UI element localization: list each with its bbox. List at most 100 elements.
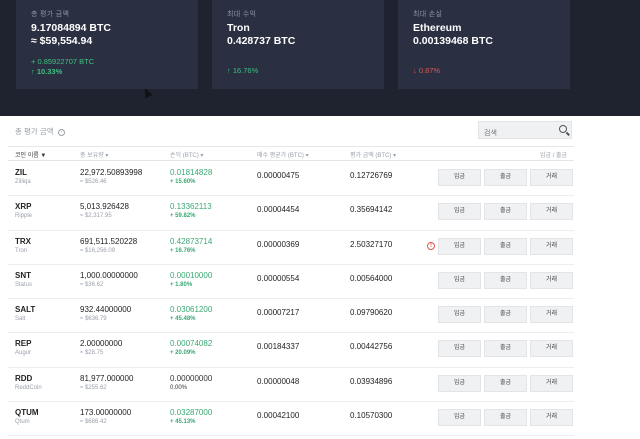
table-row: RDD ReddCoin 81,977.000000 ≈ $255.62 0.00000…	[8, 368, 574, 403]
deposit-button[interactable]: 입금	[438, 237, 481, 255]
coin-symbol[interactable]: RDD	[15, 374, 32, 383]
withdraw-button[interactable]: 출금	[484, 409, 527, 427]
avg-buy-price: 0.00000554	[257, 273, 300, 283]
header-avg-buy[interactable]: 매수 평균가 (BTC) ▾	[257, 150, 309, 159]
table-row: REP Augur 2.00000000 ≈ $28.75 0.00074082 + 20…	[8, 333, 574, 368]
alert-icon[interactable]: !	[427, 241, 435, 250]
avg-buy-price: 0.00000475	[257, 171, 300, 180]
holdings-usd: ≈ $686.42	[80, 419, 107, 426]
coin-name: ReddCoin	[15, 384, 42, 391]
holdings-usd: ≈ $28.75	[80, 350, 104, 357]
profit-loss-btc: 0.01814828	[170, 168, 213, 177]
max-gain-card: 최대 수익 Tron 0.428737 BTC ↑ 16.76%	[212, 0, 384, 89]
summary-band: 총 평가 금액 9.17084894 BTC ≈ $59,554.94 + 0.…	[0, 0, 640, 116]
withdraw-button[interactable]: 출금	[484, 271, 527, 289]
current-value: 0.35694142	[350, 205, 393, 215]
current-value: 0.03934896	[350, 376, 393, 386]
holdings-amount: 932.44000000	[80, 305, 132, 315]
profit-loss-btc: 0.00010000	[170, 270, 213, 280]
trade-button[interactable]: 거래	[530, 306, 573, 324]
search-box	[478, 121, 572, 142]
holdings-amount: 691,511.520228	[80, 236, 138, 246]
deposit-button[interactable]: 입금	[438, 203, 481, 221]
profit-loss-pct: + 1.80%	[170, 281, 193, 288]
holdings-usd: ≈ $36.62	[80, 281, 104, 288]
withdraw-button[interactable]: 출금	[484, 237, 527, 255]
deposit-button[interactable]: 입금	[438, 340, 481, 358]
header-actions: 입금 / 출금	[540, 153, 568, 159]
total-value-btc: 9.17084894 BTC	[31, 22, 111, 34]
coin-name: Augur	[15, 350, 32, 357]
table-row: QTUM Qtum 173.00000000 ≈ $686.42 0.03287000 +…	[8, 402, 574, 437]
current-value: 2.50327170	[350, 239, 393, 249]
total-change-pct: ↑ 10.33%	[31, 67, 63, 76]
question-circle-icon[interactable]: ?	[57, 128, 65, 136]
withdraw-button[interactable]: 출금	[484, 203, 527, 221]
table-header: 코인 이름 ▼ 총 보유량 ▾ 손익 (BTC) ▾ 매수 평균가 (BTC) …	[8, 146, 574, 161]
avg-buy-price: 0.00184337	[257, 342, 300, 352]
header-holdings[interactable]: 총 보유량 ▾	[80, 150, 108, 159]
holdings-amount: 5,013.926428	[80, 202, 129, 212]
trade-button[interactable]: 거래	[530, 203, 573, 221]
deposit-button[interactable]: 입금	[438, 306, 481, 324]
profit-loss-pct: + 15.60%	[170, 179, 196, 185]
holdings-amount: 2.00000000	[80, 339, 123, 349]
trade-button[interactable]: 거래	[530, 271, 573, 289]
deposit-button[interactable]: 입금	[438, 374, 481, 392]
holdings-amount: 1,000.00000000	[80, 270, 138, 280]
coin-symbol[interactable]: SNT	[15, 271, 31, 280]
total-value-card: 총 평가 금액 9.17084894 BTC ≈ $59,554.94 + 0.…	[16, 0, 198, 89]
search-input[interactable]	[479, 125, 549, 142]
search-icon[interactable]	[559, 125, 567, 133]
deposit-button[interactable]: 입금	[438, 409, 481, 427]
holdings-usd: ≈ $255.62	[80, 384, 107, 391]
trade-button[interactable]: 거래	[530, 340, 573, 358]
withdraw-button[interactable]: 출금	[484, 340, 527, 358]
profit-loss-btc: 0.42873714	[170, 236, 213, 246]
profit-loss-btc: 0.00000000	[170, 373, 213, 383]
current-value: 0.09790620	[350, 308, 393, 318]
holdings-amount: 22,972.50893998	[80, 168, 143, 177]
profit-loss-pct: + 45.48%	[170, 316, 196, 323]
max-loss-label: 최대 손실	[413, 11, 443, 18]
profit-loss-pct: + 45.13%	[170, 419, 196, 426]
avg-buy-price: 0.00042100	[257, 411, 300, 421]
holdings-usd: ≈ $636.79	[80, 316, 107, 323]
coin-name: Tron	[15, 247, 28, 254]
holdings-section: 총 평가 금액 ? 코인 이름 ▼ 총 보유량 ▾ 손익 (BTC) ▾ 매수 …	[8, 116, 574, 439]
header-current-value[interactable]: 평가 금액 (BTC) ▾	[350, 150, 396, 159]
holdings-table: ZIL Zilliqa 22,972.50893998 ≈ $526.46 0.0181…	[8, 162, 574, 437]
current-value: 0.10570300	[350, 411, 393, 421]
coin-symbol[interactable]: XRP	[15, 202, 31, 211]
coin-name: Qtum	[15, 419, 30, 426]
table-row: SALT Salt 932.44000000 ≈ $636.79 0.03061200 +…	[8, 299, 574, 334]
profit-loss-btc: 0.13362113	[170, 202, 212, 212]
trade-button[interactable]: 거래	[530, 169, 573, 186]
coin-symbol[interactable]: TRX	[15, 237, 31, 246]
holdings-usd: ≈ $526.46	[80, 179, 107, 185]
max-gain-btc: 0.428737 BTC	[227, 35, 296, 47]
coin-symbol[interactable]: QTUM	[15, 408, 39, 417]
profit-loss-pct: + 16.76%	[170, 247, 196, 254]
deposit-button[interactable]: 입금	[438, 271, 481, 289]
trade-button[interactable]: 거래	[530, 374, 573, 392]
trade-button[interactable]: 거래	[530, 237, 573, 255]
trade-button[interactable]: 거래	[530, 409, 573, 427]
withdraw-button[interactable]: 출금	[484, 169, 527, 186]
header-coin-name[interactable]: 코인 이름 ▼	[15, 150, 46, 159]
deposit-button[interactable]: 입금	[438, 169, 481, 186]
withdraw-button[interactable]: 출금	[484, 374, 527, 392]
max-gain-coin: Tron	[227, 22, 250, 34]
table-row: ZIL Zilliqa 22,972.50893998 ≈ $526.46 0.0181…	[8, 162, 574, 197]
section-title-text: 총 평가 금액	[15, 127, 54, 136]
total-value-label: 총 평가 금액	[31, 11, 70, 18]
profit-loss-pct: 0.00%	[170, 384, 188, 391]
coin-symbol[interactable]: ZIL	[15, 168, 27, 177]
coin-symbol[interactable]: SALT	[15, 305, 35, 314]
section-title: 총 평가 금액 ?	[15, 126, 65, 137]
withdraw-button[interactable]: 출금	[484, 306, 527, 324]
table-row: XRP Ripple 5,013.926428 ≈ $2,317.95 0.133621…	[8, 196, 574, 231]
coin-symbol[interactable]: REP	[15, 339, 31, 348]
max-gain-label: 최대 수익	[227, 11, 257, 18]
header-profit-loss[interactable]: 손익 (BTC) ▾	[170, 150, 203, 159]
